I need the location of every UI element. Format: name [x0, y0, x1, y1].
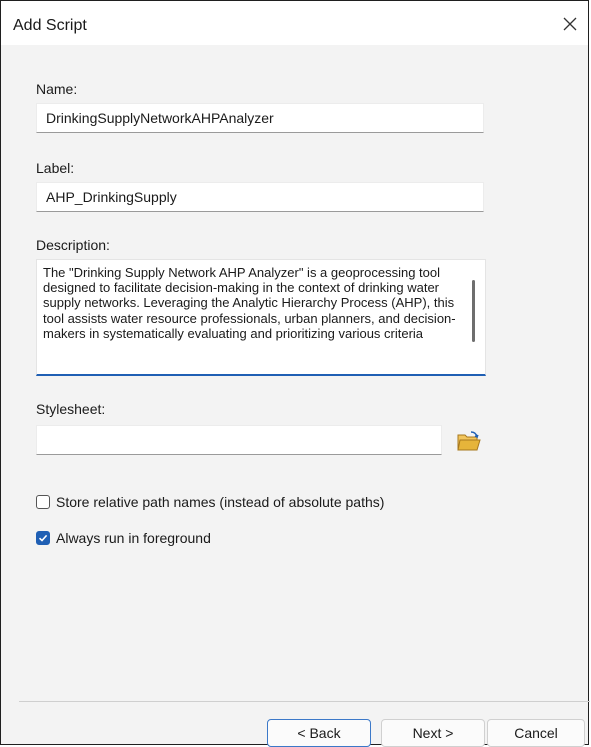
description-text: The "Drinking Supply Network AHP Analyze… [43, 265, 456, 341]
dialog-title: Add Script [13, 17, 87, 34]
name-label: Name: [36, 81, 78, 97]
checkmark-icon [38, 534, 48, 542]
close-button[interactable] [552, 9, 588, 39]
browse-folder-button[interactable] [456, 428, 482, 454]
cancel-button[interactable]: Cancel [487, 719, 585, 747]
title-bar: Add Script [1, 1, 588, 45]
open-folder-icon [457, 431, 481, 451]
foreground-checkbox[interactable] [36, 531, 50, 545]
relative-paths-checkbox[interactable] [36, 495, 50, 509]
relative-paths-option[interactable]: Store relative path names (instead of ab… [36, 494, 384, 510]
name-field[interactable]: DrinkingSupplyNetworkAHPAnalyzer [36, 103, 484, 133]
label-field[interactable]: AHP_DrinkingSupply [36, 182, 484, 212]
stylesheet-label: Stylesheet: [36, 401, 106, 417]
relative-paths-label: Store relative path names (instead of ab… [56, 494, 385, 510]
next-button[interactable]: Next > [381, 719, 485, 747]
description-scrollbar[interactable] [472, 280, 475, 342]
label-label: Label: [36, 160, 75, 176]
stylesheet-field[interactable] [36, 425, 442, 455]
footer-divider [19, 701, 590, 702]
back-button[interactable]: < Back [267, 719, 371, 747]
add-script-dialog: Add Script Name: DrinkingSupplyNetworkAH… [0, 0, 590, 747]
foreground-label: Always run in foreground [56, 530, 211, 546]
description-textarea[interactable]: The "Drinking Supply Network AHP Analyze… [36, 259, 486, 376]
description-label: Description: [36, 237, 110, 253]
close-icon [563, 17, 577, 31]
foreground-option[interactable]: Always run in foreground [36, 530, 211, 546]
